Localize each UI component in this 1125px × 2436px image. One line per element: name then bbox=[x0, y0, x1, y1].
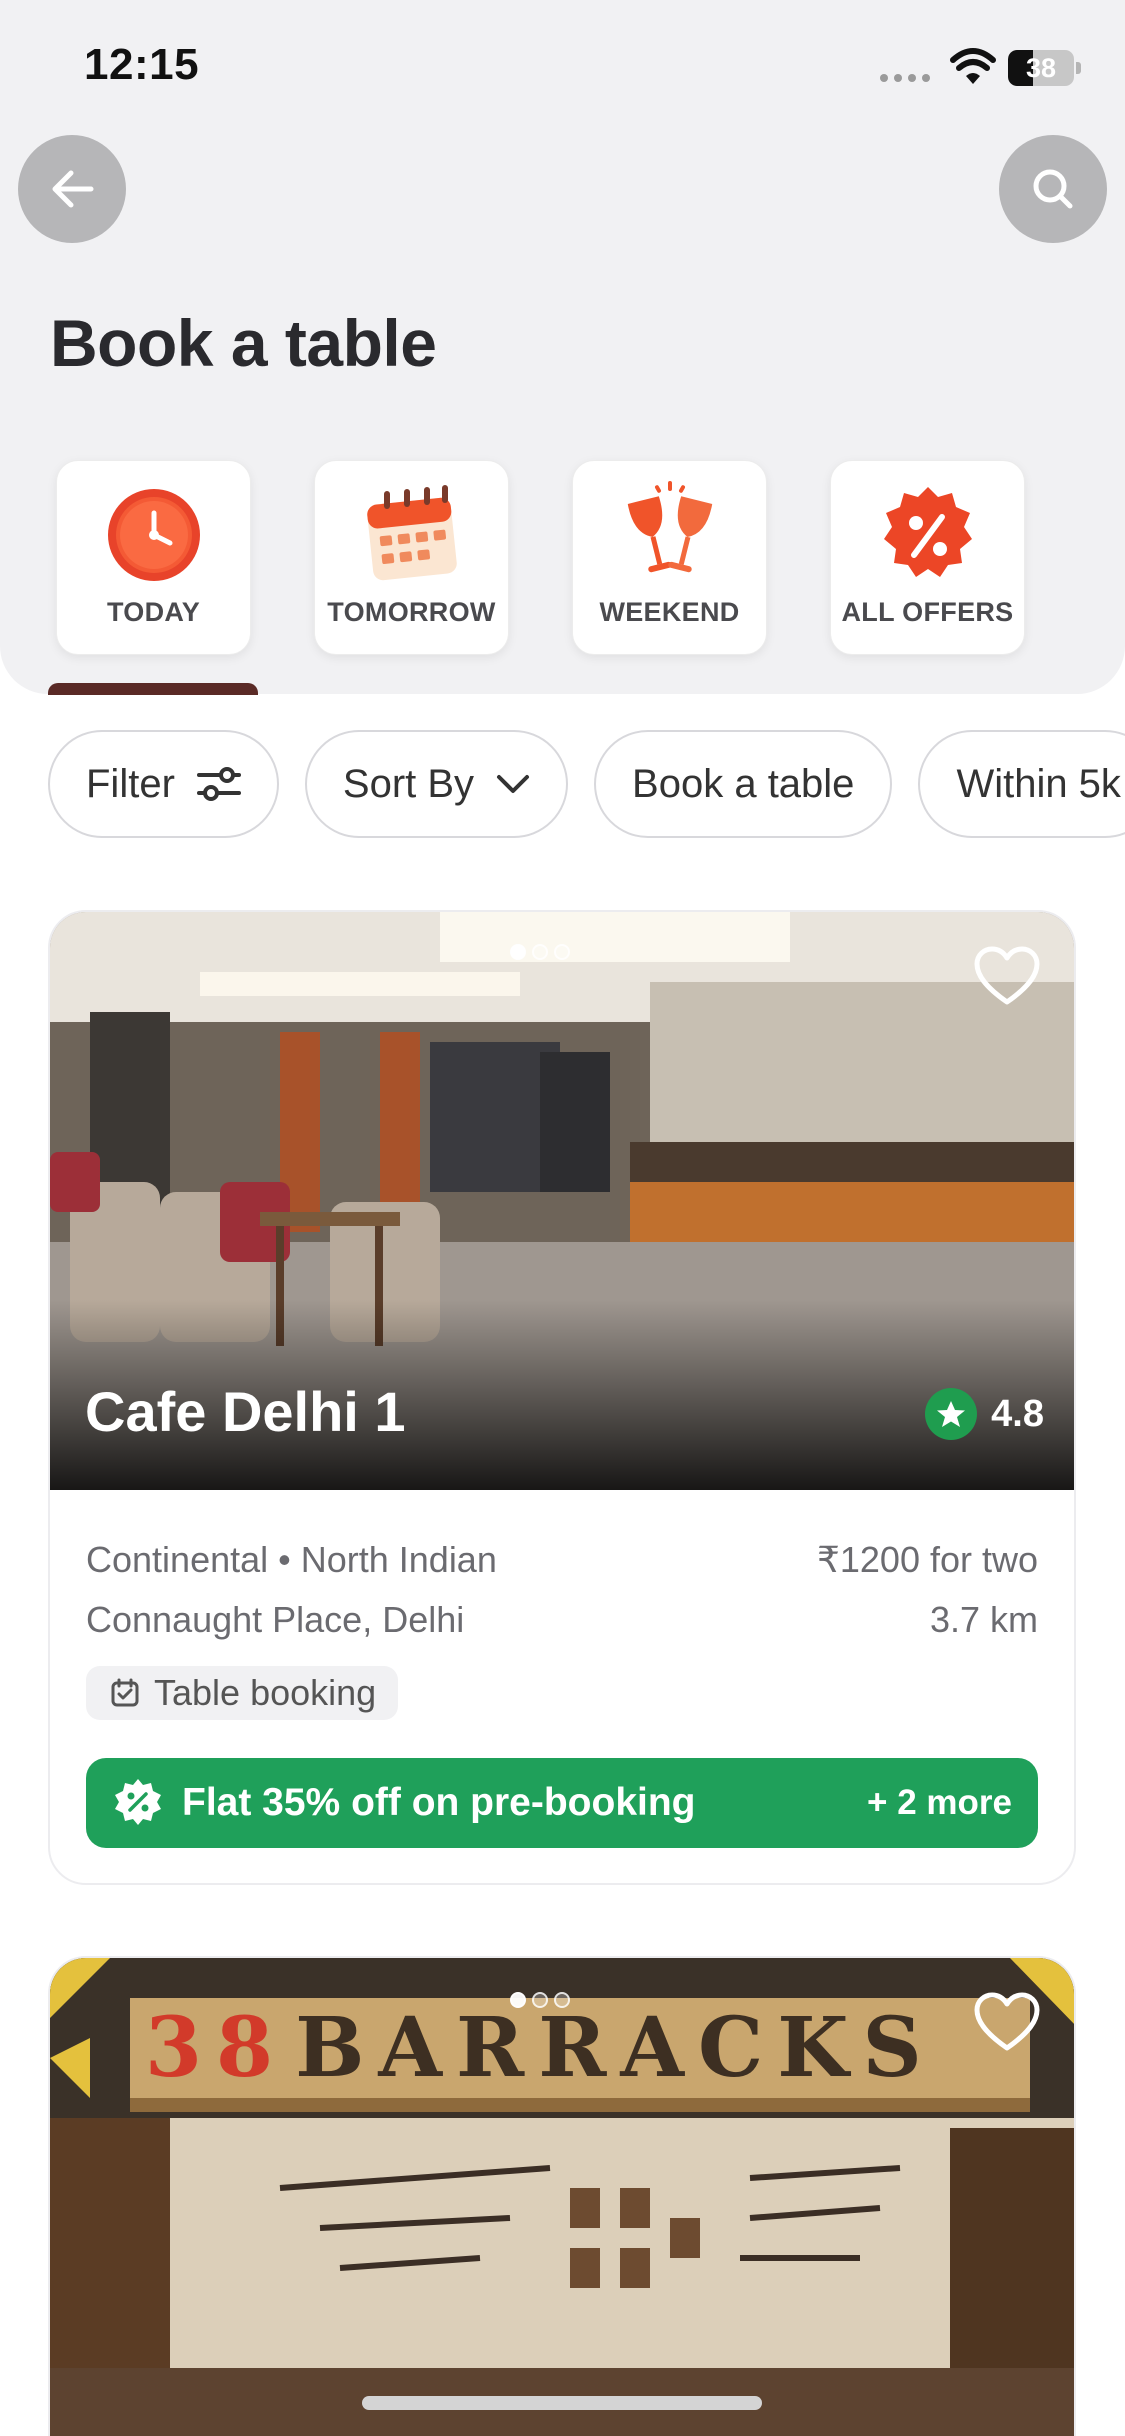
tile-all-offers[interactable]: ALL OFFERS bbox=[830, 460, 1025, 655]
filter-chip-label: Filter bbox=[86, 761, 175, 806]
book-a-table-chip[interactable]: Book a table bbox=[594, 730, 893, 838]
status-bar: 12:15 38 bbox=[0, 0, 1125, 130]
calendar-icon bbox=[366, 485, 457, 581]
wifi-icon bbox=[950, 48, 996, 84]
restaurant-details: Continental • North Indian ₹1200 for two… bbox=[50, 1490, 1074, 1848]
location: Connaught Place, Delhi bbox=[86, 1599, 465, 1640]
battery-level: 38 bbox=[1025, 53, 1057, 83]
rating: 4.8 bbox=[925, 1388, 1044, 1440]
heart-icon[interactable] bbox=[974, 1992, 1040, 2052]
arrow-left-icon bbox=[52, 170, 94, 208]
within-5km-chip[interactable]: Within 5k bbox=[918, 730, 1125, 838]
restaurant-name: Cafe Delhi 1 bbox=[85, 1380, 406, 1443]
page-title: Book a table bbox=[50, 306, 437, 380]
battery-icon: 38 bbox=[1008, 50, 1082, 86]
sort-by-chip[interactable]: Sort By bbox=[304, 730, 569, 838]
cuisines: Continental • North Indian bbox=[86, 1539, 497, 1580]
chevron-down-icon bbox=[497, 775, 530, 793]
tile-today-label: TODAY bbox=[106, 597, 201, 627]
clock-icon bbox=[107, 489, 200, 581]
offer-badge-icon bbox=[883, 487, 972, 577]
quick-date-tiles: TODAY TOMORROW WEEKEND ALL OFFERS bbox=[56, 460, 1025, 655]
restaurant-card[interactable]: 38 BARRACKS bbox=[48, 1956, 1076, 2436]
filter-chip[interactable]: Filter bbox=[48, 730, 279, 838]
star-icon bbox=[925, 1388, 978, 1440]
cheers-glasses-icon bbox=[627, 481, 712, 573]
book-a-table-chip-label: Book a table bbox=[632, 761, 855, 806]
restaurant-photo[interactable]: Cafe Delhi 1 4.8 bbox=[50, 912, 1074, 1490]
search-icon bbox=[1033, 169, 1073, 209]
tile-weekend[interactable]: WEEKEND bbox=[572, 460, 767, 655]
back-button[interactable] bbox=[18, 135, 126, 243]
signal-dots-icon bbox=[880, 74, 930, 82]
discount-icon bbox=[115, 1779, 161, 1825]
restaurant-card[interactable]: Cafe Delhi 1 4.8 Continental • North Ind… bbox=[48, 910, 1076, 1885]
price-for-two: ₹1200 for two bbox=[816, 1539, 1038, 1580]
tile-today[interactable]: TODAY bbox=[56, 460, 251, 655]
image-carousel-dots bbox=[510, 1992, 570, 2008]
offer-text: Flat 35% off on pre-booking bbox=[182, 1781, 696, 1824]
calendar-check-icon bbox=[111, 1678, 139, 1707]
sort-by-chip-label: Sort By bbox=[342, 761, 475, 806]
selected-tab-indicator bbox=[48, 683, 258, 695]
table-booking-tag: Table booking bbox=[86, 1666, 399, 1720]
tile-tomorrow-label: TOMORROW bbox=[327, 597, 496, 627]
tile-weekend-label: WEEKEND bbox=[599, 597, 740, 627]
search-button[interactable] bbox=[999, 135, 1107, 243]
rating-value: 4.8 bbox=[991, 1392, 1044, 1435]
distance: 3.7 km bbox=[929, 1599, 1038, 1640]
filter-chips: Filter Sort By Book a table Within 5k bbox=[48, 730, 1125, 838]
offer-banner[interactable]: Flat 35% off on pre-booking + 2 more bbox=[86, 1758, 1038, 1848]
restaurant-photo[interactable]: 38 BARRACKS bbox=[50, 1958, 1074, 2436]
tile-tomorrow[interactable]: TOMORROW bbox=[314, 460, 509, 655]
image-carousel-dots bbox=[510, 944, 570, 960]
sliders-icon bbox=[196, 767, 241, 801]
table-booking-tag-label: Table booking bbox=[154, 1672, 377, 1713]
restaurant-sign: 38 BARRACKS bbox=[145, 2000, 936, 2096]
home-indicator[interactable] bbox=[362, 2396, 762, 2410]
tile-all-offers-label: ALL OFFERS bbox=[841, 597, 1014, 627]
header: 12:15 38 Book a table TODAY TOMORROW WEE… bbox=[0, 0, 1125, 695]
more-offers-link[interactable]: + 2 more bbox=[867, 1783, 1012, 1823]
within-5km-chip-label: Within 5k bbox=[956, 761, 1121, 806]
heart-icon[interactable] bbox=[974, 946, 1040, 1006]
status-time: 12:15 bbox=[84, 40, 200, 89]
